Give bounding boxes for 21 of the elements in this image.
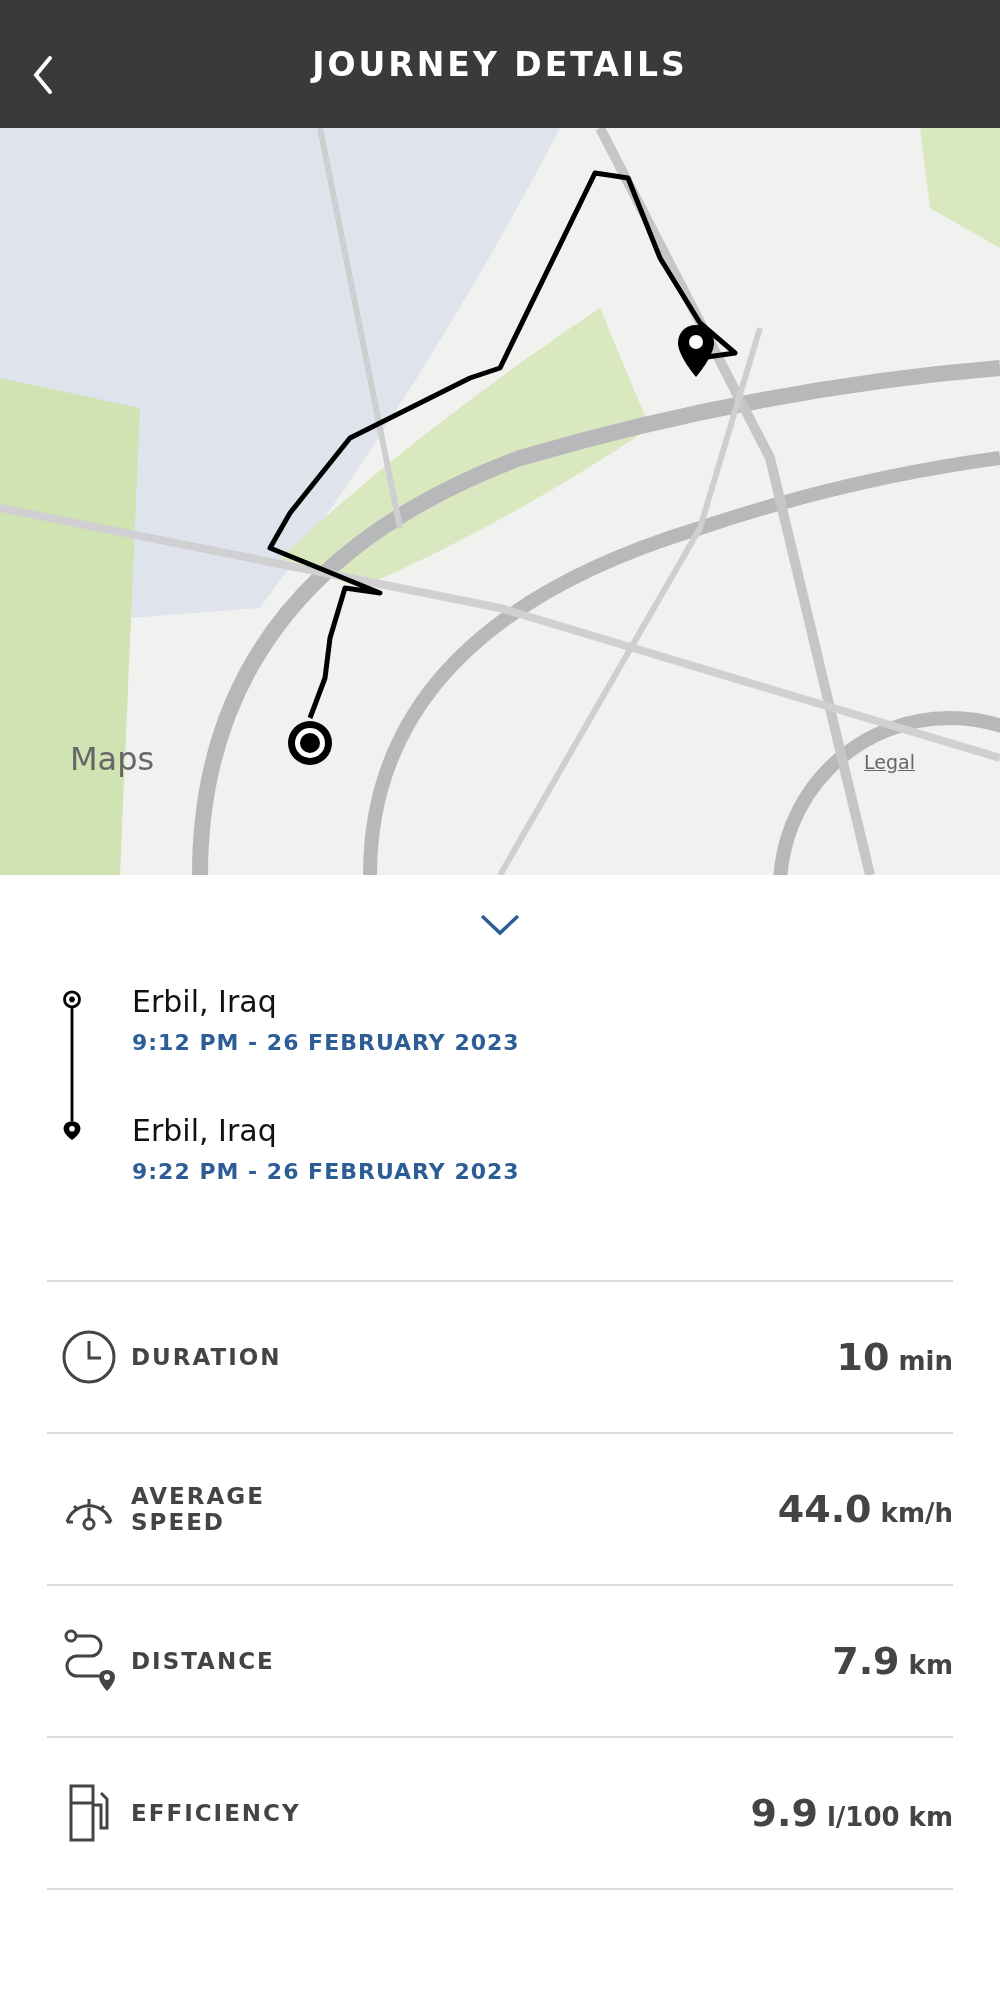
end-time: 9:22 PM - 26 FEBRUARY 2023 [132,1159,520,1184]
legal-link[interactable]: Legal [864,751,915,773]
stat-label: AVERAGE SPEED [131,1483,266,1535]
start-location: Erbil, Iraq [132,984,278,1020]
map-pin-icon [676,323,716,379]
end-location: Erbil, Iraq [132,1113,278,1149]
stat-value: 9.9 l/100 km [750,1791,953,1835]
back-icon[interactable] [33,55,53,95]
start-marker-icon [285,718,335,768]
start-time: 9:12 PM - 26 FEBRUARY 2023 [132,1030,520,1055]
chevron-down-icon[interactable] [479,913,521,937]
stat-label: DURATION [131,1344,283,1370]
fuel-pump-icon [67,1783,111,1843]
stat-value: 10 min [836,1335,953,1379]
stat-value: 7.9 km [832,1639,953,1683]
maps-attribution: Maps [70,740,155,778]
stat-value: 44.0 km/h [777,1487,953,1531]
stat-label: EFFICIENCY [131,1800,302,1826]
clock-icon [61,1329,117,1385]
screen-title: JOURNEY DETAILS [312,44,688,84]
stat-label: DISTANCE [131,1648,276,1674]
